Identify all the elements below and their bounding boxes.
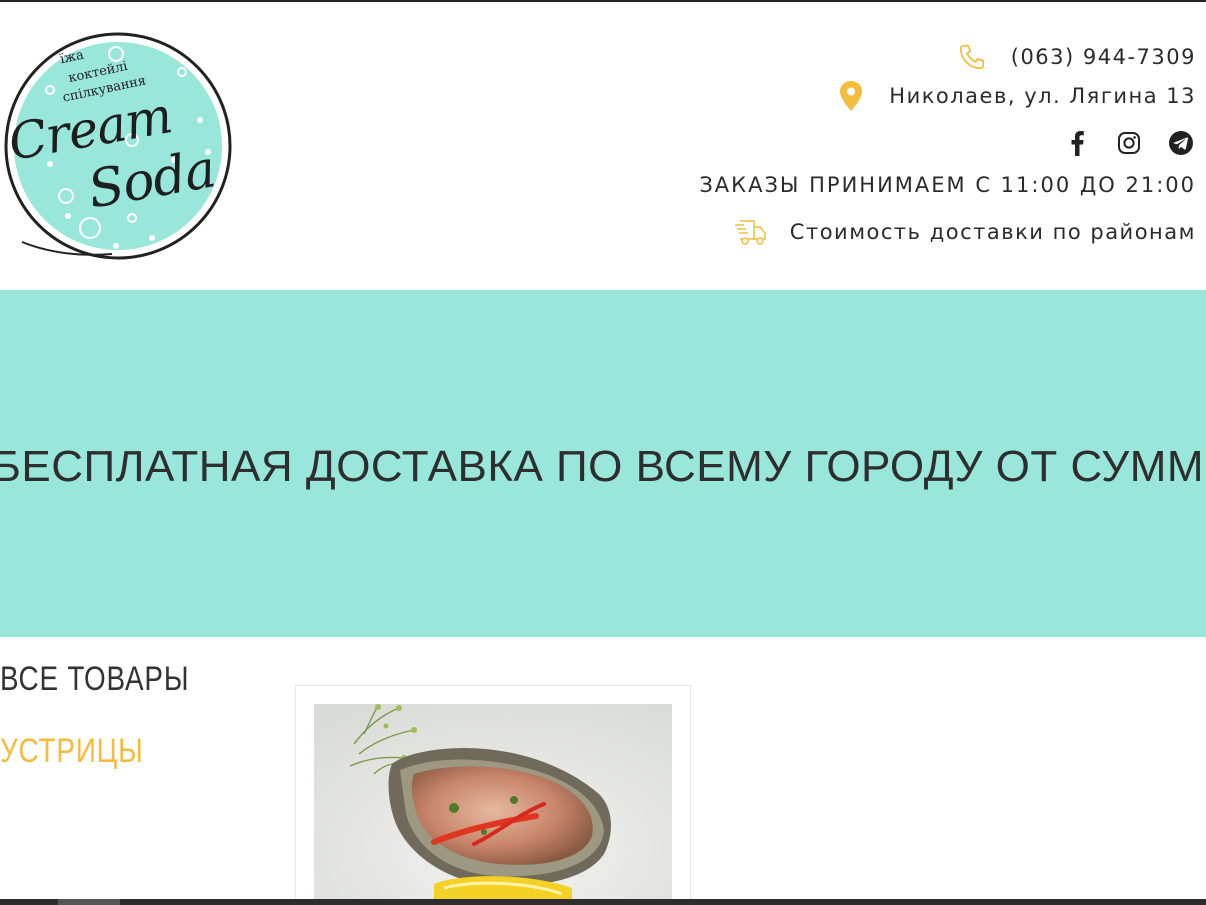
social-links xyxy=(1040,128,1196,158)
cream-soda-logo[interactable]: їжа коктейлі спілкування Cream Soda xyxy=(2,32,234,262)
phone-row[interactable]: (063) 944-7309 xyxy=(957,42,1196,72)
delivery-cost-link[interactable]: Стоимость доставки по районам xyxy=(790,220,1196,244)
order-hours-text: ЗАКАЗЫ ПРИНИМАЕМ С 11:00 ДО 21:00 xyxy=(699,173,1196,197)
facebook-icon[interactable] xyxy=(1062,128,1092,158)
order-hours-row: ЗАКАЗЫ ПРИНИМАЕМ С 11:00 ДО 21:00 xyxy=(699,173,1196,197)
telegram-icon[interactable] xyxy=(1166,128,1196,158)
promo-banner: БЕСПЛАТНАЯ ДОСТАВКА ПО ВСЕМУ ГОРОДУ ОТ С… xyxy=(0,290,1206,637)
location-pin-icon xyxy=(839,80,863,112)
delivery-cost-row[interactable]: Стоимость доставки по районам xyxy=(734,217,1196,247)
phone-number[interactable]: (063) 944-7309 xyxy=(1011,45,1196,69)
address-text: Николаев, ул. Лягина 13 xyxy=(889,84,1196,108)
top-border xyxy=(0,0,1206,2)
bottom-bar-tab[interactable] xyxy=(58,899,120,905)
bottom-bar xyxy=(0,899,1206,905)
instagram-icon[interactable] xyxy=(1114,128,1144,158)
phone-icon xyxy=(957,42,987,72)
product-card[interactable] xyxy=(295,685,691,905)
product-image[interactable] xyxy=(314,704,672,905)
delivery-truck-icon xyxy=(734,217,768,247)
category-all-products[interactable]: ВСЕ ТОВАРЫ xyxy=(0,660,189,699)
promo-banner-text: БЕСПЛАТНАЯ ДОСТАВКА ПО ВСЕМУ ГОРОДУ ОТ С… xyxy=(0,442,1206,491)
address-row: Николаев, ул. Лягина 13 xyxy=(839,80,1196,112)
category-oysters[interactable]: УСТРИЦЫ xyxy=(0,732,144,771)
